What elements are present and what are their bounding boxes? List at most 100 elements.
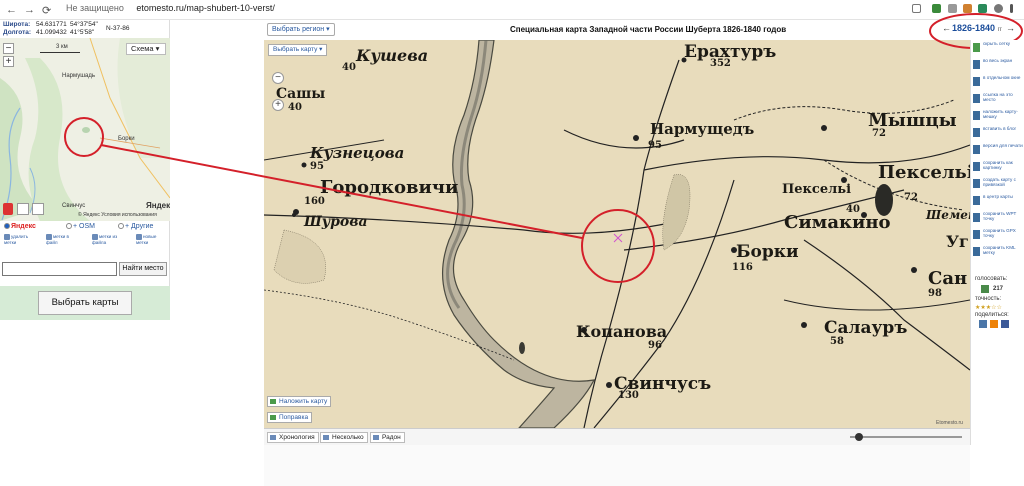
lon-value-dms: 41°5'58" bbox=[70, 29, 95, 36]
lon-value: 41.099432 bbox=[36, 29, 67, 36]
map-number: 95 bbox=[310, 161, 324, 172]
map-label-kuznetsova: Кузнецова bbox=[310, 144, 405, 162]
opacity-slider[interactable] bbox=[850, 433, 962, 441]
map-number: 72 bbox=[872, 128, 886, 139]
choose-map-button[interactable]: Выбрать карту ▾ bbox=[268, 44, 328, 56]
map-title: Специальная карта Западной части России … bbox=[510, 25, 787, 34]
choose-region-button[interactable]: Выбрать регион ▾ bbox=[267, 23, 335, 36]
vk-share-icon[interactable] bbox=[979, 320, 987, 328]
save-gpx-action[interactable]: сохранить GPX точку bbox=[971, 227, 1024, 244]
save-wpt-action[interactable]: сохранить WPT точку bbox=[971, 210, 1024, 227]
extension-icon[interactable] bbox=[963, 4, 972, 13]
map-label-kopanova: Копанова bbox=[576, 322, 668, 341]
map-number: 72 bbox=[904, 192, 918, 203]
place-search-input[interactable] bbox=[2, 262, 117, 276]
overlay-action[interactable]: наложить карту-мешку bbox=[971, 108, 1024, 125]
map-number: 40 bbox=[846, 204, 860, 215]
minimap-zoom-out[interactable]: − bbox=[3, 43, 14, 54]
share-label: поделиться: bbox=[975, 312, 1009, 318]
bookmark-star-icon[interactable] bbox=[912, 4, 921, 13]
fullscreen-icon bbox=[973, 60, 980, 69]
minimap-label-narmushad: Нармушадь bbox=[62, 73, 95, 79]
minimap-label-borki: Борки bbox=[118, 136, 135, 142]
fullscreen-action[interactable]: во весь экран bbox=[971, 57, 1024, 74]
radon-button[interactable]: Радон bbox=[370, 432, 405, 443]
accuracy-stars[interactable]: ★★★☆☆ bbox=[975, 304, 1002, 311]
map-number: 40 bbox=[288, 102, 302, 113]
markers-from-file-tool[interactable]: метки из файла bbox=[92, 234, 122, 245]
map-number: 96 bbox=[648, 340, 662, 351]
several-button[interactable]: Несколько bbox=[320, 432, 368, 443]
choose-maps-button[interactable]: Выбрать карты bbox=[38, 291, 132, 315]
minimap-zoom-in[interactable]: + bbox=[3, 56, 14, 67]
choose-maps-bar: Выбрать карты bbox=[0, 286, 170, 320]
save-image-action[interactable]: сохранить как картинку bbox=[971, 159, 1024, 176]
opacity-slider-handle[interactable] bbox=[855, 433, 863, 441]
extension-icon[interactable] bbox=[932, 4, 941, 13]
provider-osm[interactable]: + OSM bbox=[66, 223, 95, 230]
map-pin-icon[interactable] bbox=[3, 203, 13, 215]
download-icon bbox=[973, 247, 980, 256]
magnifier-icon[interactable] bbox=[17, 203, 29, 215]
address-bar[interactable]: Не защищено etomesto.ru/map-shubert-10-v… bbox=[66, 3, 275, 13]
download-icon bbox=[973, 230, 980, 239]
security-label: Не защищено bbox=[66, 3, 124, 13]
overlay-map-button[interactable]: Наложить карту bbox=[267, 396, 332, 407]
map-number: 98 bbox=[928, 288, 942, 299]
layers-icon bbox=[973, 111, 980, 120]
georef-action[interactable]: создать карту с привязкой bbox=[971, 176, 1024, 193]
delete-markers-tool[interactable]: удалить метки bbox=[4, 234, 34, 245]
page-bottom bbox=[264, 445, 970, 486]
ok-share-icon[interactable] bbox=[990, 320, 998, 328]
map-copyright: Etomesto.ru bbox=[936, 420, 963, 426]
sheet-label: N-37-86 bbox=[106, 25, 130, 32]
menu-icon[interactable] bbox=[1010, 4, 1013, 13]
thumbs-up-icon[interactable] bbox=[981, 285, 989, 293]
next-period-arrow[interactable]: → bbox=[1006, 23, 1015, 33]
profile-icon[interactable] bbox=[994, 4, 1003, 13]
historical-map[interactable]: Выбрать карту ▾ − + Кушева 40 Сашы 40 Ку… bbox=[264, 40, 970, 428]
find-place-button[interactable]: Найти место bbox=[119, 262, 167, 276]
save-kml-action[interactable]: сохранить KML метку bbox=[971, 244, 1024, 261]
new-markers-tool[interactable]: новые метки bbox=[136, 234, 166, 245]
window-icon bbox=[973, 77, 980, 86]
shield-icon[interactable] bbox=[978, 4, 987, 13]
map-number: 58 bbox=[830, 336, 844, 347]
minimap[interactable]: − + 3 км Схема ▾ Нармушадь Борки Свинчус… bbox=[0, 38, 170, 221]
hide-grid-action[interactable]: скрыть сетку bbox=[971, 40, 1024, 57]
link-action[interactable]: ссылка на это место bbox=[971, 91, 1024, 108]
correction-button[interactable]: Поправка bbox=[267, 412, 313, 423]
provider-other[interactable]: + Другие bbox=[118, 223, 153, 230]
scheme-dropdown[interactable]: Схема ▾ bbox=[126, 43, 166, 55]
provider-yandex[interactable]: Яндекс bbox=[4, 223, 36, 230]
map-label-peksely-2: Пексельі bbox=[782, 182, 852, 197]
link-icon bbox=[973, 94, 980, 103]
download-icon bbox=[973, 213, 980, 222]
new-window-action[interactable]: в отдельном окне bbox=[971, 74, 1024, 91]
vote-count: 217 bbox=[993, 286, 1004, 292]
prev-period-arrow[interactable]: ← bbox=[942, 23, 951, 33]
forward-icon[interactable]: → bbox=[24, 4, 35, 16]
yandex-terms-link[interactable]: © Яндекс Условия использования bbox=[78, 212, 157, 218]
map-zoom-out[interactable]: − bbox=[272, 72, 284, 84]
marker-tools: удалить метки метки в файл метки из файл… bbox=[0, 234, 170, 254]
back-icon[interactable]: ← bbox=[6, 4, 17, 16]
facebook-share-icon[interactable] bbox=[1001, 320, 1009, 328]
map-label-ug: Уг bbox=[946, 232, 969, 251]
minimap-label-svinchus: Свинчус bbox=[62, 203, 86, 209]
blog-embed-action[interactable]: вставить в блог bbox=[971, 125, 1024, 142]
center-action[interactable]: в центр карты bbox=[971, 193, 1024, 210]
lat-value-dms: 54°37'54" bbox=[70, 21, 98, 28]
reload-icon[interactable]: ⟳ bbox=[42, 4, 51, 17]
vote-label: голосовать: bbox=[975, 276, 1008, 282]
print-action[interactable]: версия для печати bbox=[971, 142, 1024, 159]
url-text: etomesto.ru/map-shubert-10-verst/ bbox=[136, 3, 275, 13]
ruler-icon[interactable] bbox=[32, 203, 44, 215]
browser-toolbar: ← → ⟳ Не защищено etomesto.ru/map-shuber… bbox=[0, 0, 1024, 20]
map-number: 95 bbox=[648, 140, 662, 151]
map-number: 116 bbox=[732, 262, 753, 273]
map-number: 352 bbox=[710, 58, 731, 69]
extension-icon[interactable] bbox=[948, 4, 957, 13]
markers-to-file-tool[interactable]: метки в файл bbox=[46, 234, 76, 245]
chronology-button[interactable]: Хронология bbox=[267, 432, 319, 443]
